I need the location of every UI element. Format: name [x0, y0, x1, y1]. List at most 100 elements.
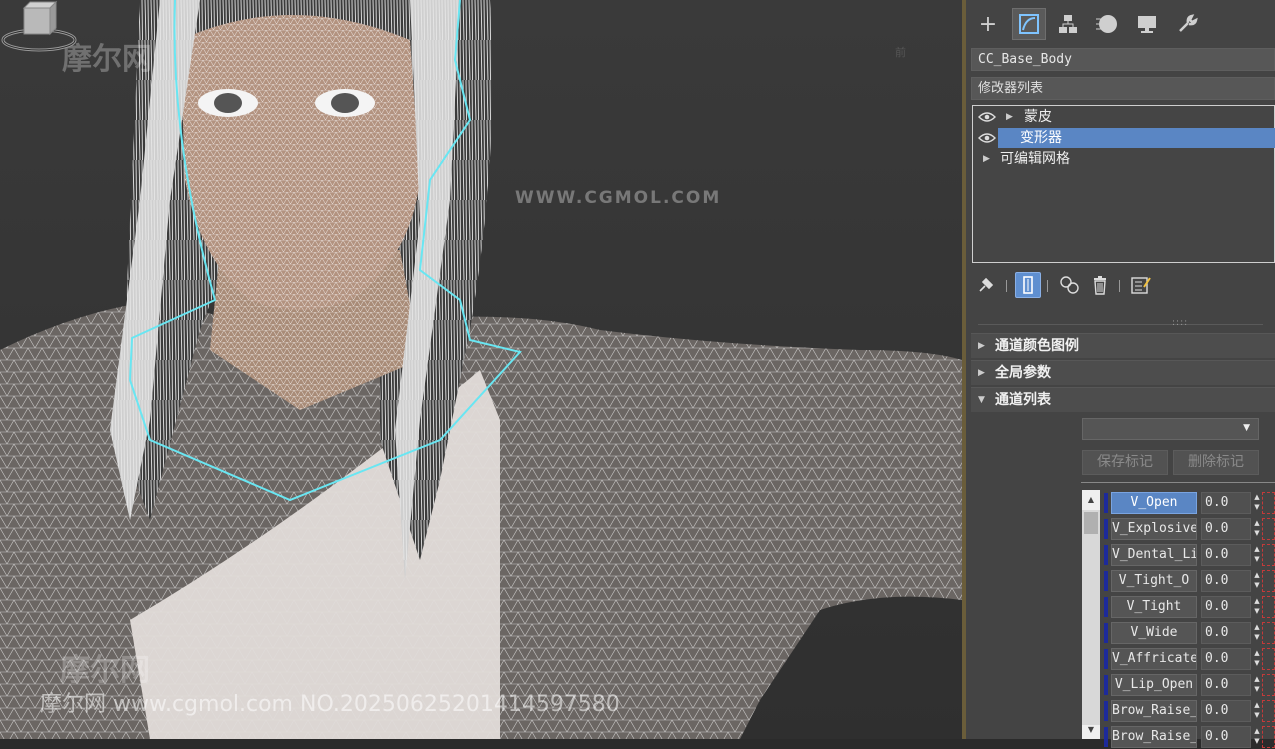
3d-viewport[interactable]: 摩尔网 WWW.CGMOL.COM 摩尔网 摩尔网 www.cgmol.com …: [0, 0, 962, 739]
remove-modifier-button[interactable]: [1087, 272, 1113, 298]
channel-name-button[interactable]: Brow_Raise_: [1111, 700, 1197, 722]
channel-name-button[interactable]: V_Wide: [1111, 622, 1197, 644]
channel-name-button[interactable]: V_Dental_Li: [1111, 544, 1197, 566]
rollout-global-params[interactable]: ▶ 全局参数: [971, 360, 1275, 385]
spinner-arrows-icon[interactable]: ▲ ▼: [1252, 700, 1262, 722]
channel-color-bar: [1104, 675, 1108, 695]
object-name-field[interactable]: CC_Base_Body: [971, 48, 1275, 71]
spinner-arrows-icon[interactable]: ▲ ▼: [1252, 544, 1262, 566]
watermark-footer: 摩尔网 www.cgmol.com NO.2025062520141459758…: [40, 692, 620, 717]
stack-item-label: 变形器: [998, 128, 1275, 148]
show-end-result-button[interactable]: [1015, 272, 1041, 298]
stack-item-morpher[interactable]: 变形器: [974, 128, 1275, 148]
channel-value-input[interactable]: 0.0: [1201, 622, 1251, 644]
channel-name-button[interactable]: V_Lip_Open: [1111, 674, 1197, 696]
marker-dropdown[interactable]: ▼: [1082, 418, 1259, 440]
scroll-up-icon[interactable]: ▲: [1082, 490, 1100, 510]
command-panel: + CC_Base_Body 修改器列表 ▶ 蒙皮 变形器 ▶ 可编辑网格::…: [966, 0, 1275, 748]
rollout-title: 通道颜色图例: [995, 338, 1079, 354]
collapsed-arrow-icon: ▶: [978, 368, 985, 378]
spinner-arrows-icon[interactable]: ▲ ▼: [1252, 570, 1262, 592]
toolbar-separator: [1119, 280, 1120, 292]
spinner-arrows-icon[interactable]: ▲ ▼: [1252, 518, 1262, 540]
display-tab[interactable]: [1130, 8, 1164, 40]
channel-scrollbar[interactable]: ▲ ▼: [1082, 490, 1100, 739]
expand-arrow-icon[interactable]: ▶: [983, 149, 990, 169]
channel-color-bar: [1104, 597, 1108, 617]
channel-value-input[interactable]: 0.0: [1201, 544, 1251, 566]
configure-modifier-sets-button[interactable]: [1128, 272, 1154, 298]
spinner-arrows-icon[interactable]: ▲ ▼: [1252, 622, 1262, 644]
channel-value-input[interactable]: 0.0: [1201, 518, 1251, 540]
motion-tab[interactable]: [1090, 8, 1124, 40]
spinner-arrows-icon[interactable]: ▲ ▼: [1252, 492, 1262, 514]
spinner-arrows-icon[interactable]: ▲ ▼: [1252, 726, 1262, 748]
channel-color-bar: [1104, 727, 1108, 747]
channel-color-bar: [1104, 545, 1108, 565]
splitter-grip-icon[interactable]: ::::: [1172, 318, 1188, 328]
spinner-arrows-icon[interactable]: ▲ ▼: [1252, 596, 1262, 618]
stack-toolbar: [966, 268, 1275, 302]
stack-item-editable-mesh[interactable]: ▶ 可编辑网格: [974, 149, 1274, 169]
channel-row[interactable]: Brow_Raise_ 0.0 ▲ ▼: [1104, 725, 1275, 749]
panel-splitter[interactable]: [978, 324, 1263, 325]
channel-row[interactable]: V_Lip_Open 0.0 ▲ ▼: [1104, 673, 1275, 697]
channel-name-button[interactable]: V_Explosive: [1111, 518, 1197, 540]
viewcube-icon[interactable]: [0, 0, 78, 56]
channel-name-button[interactable]: V_Open: [1111, 492, 1197, 514]
channel-value-input[interactable]: 0.0: [1201, 596, 1251, 618]
stack-item-label: 可编辑网格: [1000, 151, 1070, 167]
channel-value-input[interactable]: 0.0: [1201, 726, 1251, 748]
display-icon: [1138, 16, 1156, 33]
channel-value-input[interactable]: 0.0: [1201, 700, 1251, 722]
channel-key-indicator: [1262, 622, 1275, 644]
motion-icon: [1096, 15, 1117, 33]
spinner-arrows-icon[interactable]: ▲ ▼: [1252, 674, 1262, 696]
channel-name-button[interactable]: V_Tight: [1111, 596, 1197, 618]
channel-name-button[interactable]: Brow_Raise_: [1111, 726, 1197, 748]
channel-name-button[interactable]: V_Tight_O: [1111, 570, 1197, 592]
channel-row[interactable]: V_Open 0.0 ▲ ▼: [1104, 491, 1275, 515]
channel-value-input[interactable]: 0.0: [1201, 570, 1251, 592]
channel-row[interactable]: Brow_Raise_ 0.0 ▲ ▼: [1104, 699, 1275, 723]
channel-value-input[interactable]: 0.0: [1201, 674, 1251, 696]
expand-arrow-icon[interactable]: ▶: [1006, 107, 1013, 127]
channel-key-indicator: [1262, 544, 1275, 566]
utilities-tab[interactable]: [1170, 8, 1204, 40]
channel-row[interactable]: V_Tight 0.0 ▲ ▼: [1104, 595, 1275, 619]
stack-item-skin[interactable]: ▶ 蒙皮: [974, 107, 1274, 127]
channel-value-input[interactable]: 0.0: [1201, 492, 1251, 514]
chevron-down-icon: ▼: [1243, 423, 1250, 433]
configure-sets-icon: [1131, 277, 1151, 294]
utilities-wrench-icon: [1179, 14, 1198, 32]
spinner-arrows-icon[interactable]: ▲ ▼: [1252, 648, 1262, 670]
eye-icon[interactable]: [978, 112, 996, 122]
channel-row[interactable]: V_Affricate 0.0 ▲ ▼: [1104, 647, 1275, 671]
rollout-channel-color-legend[interactable]: ▶ 通道颜色图例: [971, 333, 1275, 358]
scroll-thumb[interactable]: [1084, 512, 1098, 534]
pin-stack-icon: [979, 277, 994, 292]
command-panel-tabs: +: [966, 0, 1275, 46]
rollout-channel-list[interactable]: ▼ 通道列表: [971, 387, 1275, 412]
save-marker-button[interactable]: 保存标记: [1082, 450, 1168, 475]
pin-stack-button[interactable]: [973, 272, 999, 298]
make-unique-icon: [1060, 276, 1079, 294]
modify-icon: [1019, 14, 1039, 34]
scroll-down-icon[interactable]: ▼: [1082, 725, 1100, 739]
create-plus-icon: +: [978, 11, 998, 37]
channel-row[interactable]: V_Wide 0.0 ▲ ▼: [1104, 621, 1275, 645]
channel-color-bar: [1104, 701, 1108, 721]
delete-marker-button[interactable]: 删除标记: [1173, 450, 1259, 475]
modify-tab[interactable]: [1012, 8, 1046, 40]
make-unique-button[interactable]: [1057, 272, 1083, 298]
channel-name-button[interactable]: V_Affricate: [1111, 648, 1197, 670]
channel-row[interactable]: V_Dental_Li 0.0 ▲ ▼: [1104, 543, 1275, 567]
channel-row[interactable]: V_Explosive 0.0 ▲ ▼: [1104, 517, 1275, 541]
hierarchy-tab[interactable]: [1051, 8, 1085, 40]
modifier-list-dropdown[interactable]: 修改器列表: [971, 77, 1275, 100]
eye-icon[interactable]: [978, 133, 996, 143]
create-tab[interactable]: +: [971, 8, 1005, 40]
channel-row[interactable]: V_Tight_O 0.0 ▲ ▼: [1104, 569, 1275, 593]
channel-value-input[interactable]: 0.0: [1201, 648, 1251, 670]
channel-color-bar: [1104, 623, 1108, 643]
